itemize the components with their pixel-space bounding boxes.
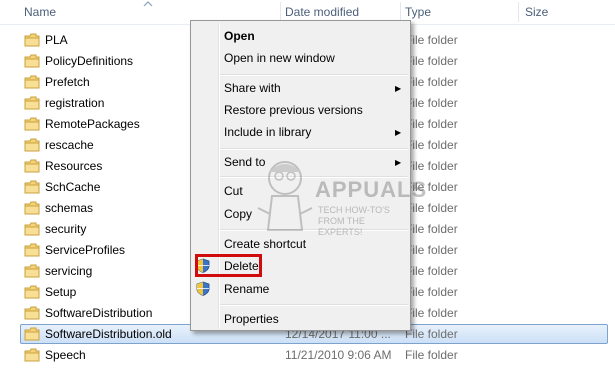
file-name: SchCache bbox=[45, 180, 101, 194]
file-type: File folder bbox=[405, 243, 458, 257]
column-divider[interactable] bbox=[518, 2, 519, 22]
submenu-arrow-icon: ▶ bbox=[395, 128, 402, 137]
file-type: File folder bbox=[405, 348, 458, 362]
file-name: ServiceProfiles bbox=[45, 243, 126, 257]
file-name: rescache bbox=[45, 138, 94, 152]
folder-icon bbox=[24, 75, 40, 89]
file-name: PolicyDefinitions bbox=[45, 54, 134, 68]
folder-icon bbox=[24, 327, 40, 341]
menu-item-restore-previous-versions[interactable]: Restore previous versions bbox=[224, 103, 363, 117]
file-name: schemas bbox=[45, 201, 94, 215]
sort-caret-icon bbox=[143, 1, 153, 7]
file-name: registration bbox=[45, 96, 105, 110]
file-type: File folder bbox=[405, 54, 458, 68]
file-type: File folder bbox=[405, 117, 458, 131]
menu-item-rename[interactable]: Rename bbox=[224, 282, 269, 296]
folder-icon bbox=[24, 117, 40, 131]
column-date-modified[interactable]: Date modified bbox=[285, 5, 359, 19]
column-type[interactable]: Type bbox=[405, 5, 431, 19]
folder-icon bbox=[24, 54, 40, 68]
file-type: File folder bbox=[405, 96, 458, 110]
folder-icon bbox=[24, 222, 40, 236]
folder-icon bbox=[24, 348, 40, 362]
explorer-window: Name Date modified Type Size PLA File fo… bbox=[0, 0, 615, 378]
file-name: SoftwareDistribution bbox=[45, 306, 153, 320]
folder-icon bbox=[24, 306, 40, 320]
file-type: File folder bbox=[405, 33, 458, 47]
file-type: File folder bbox=[405, 264, 458, 278]
menu-item-properties[interactable]: Properties bbox=[224, 312, 279, 326]
column-name[interactable]: Name bbox=[24, 5, 56, 19]
folder-icon bbox=[24, 285, 40, 299]
column-divider[interactable] bbox=[280, 2, 281, 22]
folder-icon bbox=[24, 96, 40, 110]
file-type: File folder bbox=[405, 285, 458, 299]
folder-icon bbox=[24, 180, 40, 194]
file-name: security bbox=[45, 222, 87, 236]
delete-highlight-box bbox=[195, 254, 262, 277]
column-divider[interactable] bbox=[400, 2, 401, 22]
file-name: RemotePackages bbox=[45, 117, 140, 131]
file-type: File folder bbox=[405, 306, 458, 320]
file-type: File folder bbox=[405, 75, 458, 89]
column-size[interactable]: Size bbox=[525, 5, 548, 19]
list-item[interactable]: Speech 11/21/2010 9:06 AM File folder bbox=[0, 345, 615, 366]
folder-icon bbox=[24, 138, 40, 152]
menu-item-include-in-library[interactable]: Include in library bbox=[224, 125, 311, 139]
watermark-title: APPUALS bbox=[315, 177, 428, 202]
menu-separator bbox=[220, 74, 408, 76]
file-date: 11/21/2010 9:06 AM bbox=[285, 348, 392, 362]
menu-item-open[interactable]: Open bbox=[224, 29, 255, 43]
menu-item-share-with[interactable]: Share with bbox=[224, 81, 281, 95]
file-type: File folder bbox=[405, 327, 458, 341]
uac-shield-icon bbox=[196, 281, 210, 296]
file-name: servicing bbox=[45, 264, 93, 278]
folder-icon bbox=[24, 159, 40, 173]
file-name: Resources bbox=[45, 159, 103, 173]
submenu-arrow-icon: ▶ bbox=[395, 84, 402, 93]
file-name: PLA bbox=[45, 33, 68, 47]
file-name: SoftwareDistribution.old bbox=[45, 327, 172, 341]
file-name: Setup bbox=[45, 285, 77, 299]
file-name: Speech bbox=[45, 348, 86, 362]
menu-item-copy[interactable]: Copy bbox=[224, 207, 252, 221]
folder-icon bbox=[24, 264, 40, 278]
folder-icon bbox=[24, 201, 40, 215]
folder-icon bbox=[24, 243, 40, 257]
menu-item-open-new-window[interactable]: Open in new window bbox=[224, 51, 335, 65]
menu-item-cut[interactable]: Cut bbox=[224, 184, 243, 198]
watermark-tagline: TECH HOW-TO'S FROM THE EXPERTS! bbox=[318, 205, 390, 237]
menu-separator bbox=[220, 304, 408, 306]
file-name: Prefetch bbox=[45, 75, 90, 89]
folder-icon bbox=[24, 33, 40, 47]
